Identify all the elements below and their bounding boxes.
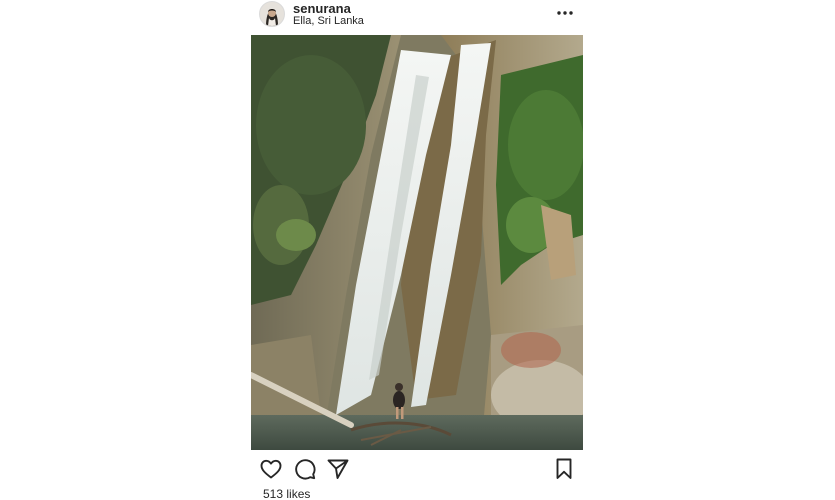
send-icon: [327, 459, 349, 479]
likes-count[interactable]: 513 likes: [263, 487, 310, 500]
waterfall-photo: [251, 35, 583, 450]
heart-icon: [260, 459, 282, 479]
post-actions: [259, 455, 583, 483]
comment-icon: [295, 459, 316, 480]
post-photo[interactable]: [251, 35, 583, 450]
avatar[interactable]: [259, 1, 285, 27]
more-options-button[interactable]: [554, 5, 576, 21]
instagram-post: senurana Ella, Sri Lanka 513 likes: [0, 0, 835, 500]
username-link[interactable]: senurana: [293, 1, 351, 16]
comment-button[interactable]: [293, 457, 317, 481]
post-header: senurana Ella, Sri Lanka: [258, 0, 582, 30]
share-button[interactable]: [326, 457, 350, 481]
location-link[interactable]: Ella, Sri Lanka: [293, 15, 364, 28]
bookmark-icon: [556, 458, 572, 479]
more-options-icon: [557, 11, 573, 15]
avatar-icon: [260, 2, 284, 26]
save-button[interactable]: [552, 457, 576, 481]
like-button[interactable]: [259, 457, 283, 481]
